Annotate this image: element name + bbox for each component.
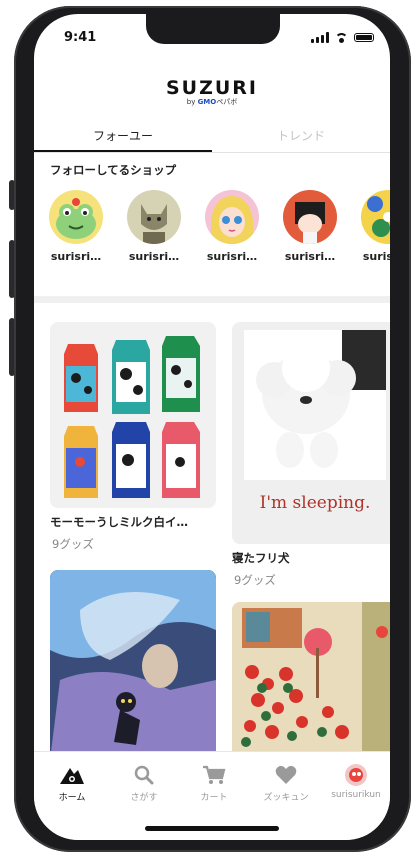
wifi-icon <box>335 32 348 43</box>
image-caption: I'm sleeping. <box>260 493 371 513</box>
shop-name: surisri… <box>362 250 390 263</box>
girl-avatar <box>283 190 337 244</box>
tab-trend[interactable]: トレンド <box>212 122 390 152</box>
notch <box>146 14 280 44</box>
item-count: 9グッズ <box>234 573 276 587</box>
search-icon <box>134 765 154 785</box>
milk-cartons-image <box>64 336 200 498</box>
nav-cart[interactable]: カート <box>184 762 244 803</box>
cart-icon <box>203 765 226 784</box>
item-card-night-cat[interactable] <box>50 570 216 760</box>
shop-name: surisri… <box>50 250 102 263</box>
item-title[interactable]: 寝たフリ犬 <box>232 550 290 566</box>
shop-name: surisri… <box>206 250 258 263</box>
battery-icon <box>354 33 374 42</box>
item-title[interactable]: モーモーうしミルク白イ… <box>50 514 188 530</box>
doll-avatar <box>205 190 259 244</box>
shop-item[interactable]: surisri… <box>280 190 340 263</box>
nav-favorites[interactable]: ズッキュン <box>256 762 316 803</box>
shop-item[interactable]: surisri… <box>358 190 390 263</box>
item-card-flowers[interactable] <box>232 602 390 760</box>
nav-label-cart: カート <box>200 793 228 803</box>
night-cat-illustration-image <box>50 570 216 760</box>
shop-name: surisri… <box>284 250 336 263</box>
pattern-avatar <box>361 190 390 244</box>
feed-tabs: フォーユー トレンド <box>34 122 390 153</box>
follow-section-title: フォローしてるショップ <box>50 163 177 177</box>
app-screen: 9:41 SUZURI by GMOペパボ フォーユー トレンド フォローしてる… <box>34 14 390 840</box>
flower-garden-illustration-image <box>232 602 390 760</box>
item-card-milk[interactable] <box>50 322 216 508</box>
profile-avatar <box>345 764 367 786</box>
nav-label-search: さがす <box>130 793 158 803</box>
shop-name: surisri… <box>128 250 180 263</box>
home-indicator <box>145 826 279 831</box>
cat-avatar <box>127 190 181 244</box>
followed-shops-list: surisri… surisri… surisri… surisri… suri… <box>46 190 390 385</box>
nav-label-home: ホーム <box>58 793 86 803</box>
shop-item[interactable]: surisri… <box>124 190 199 385</box>
logo-subtext: by GMOペパボ <box>186 98 238 106</box>
heart-icon <box>275 765 297 784</box>
nav-home[interactable]: ホーム <box>42 762 102 803</box>
bottom-nav: ホーム さがす カート ズッキュン surisurikun <box>34 751 390 840</box>
frog-avatar <box>49 190 103 244</box>
nav-search[interactable]: さがす <box>114 762 174 803</box>
nav-label-profile: surisurikun <box>331 790 381 800</box>
logo-text: SUZURI <box>165 77 259 99</box>
item-count: 9グッズ <box>52 537 94 551</box>
sleeping-dog-image: I'm sleeping. <box>244 330 386 513</box>
signal-icon <box>311 32 329 43</box>
shop-item[interactable]: surisri… <box>46 190 121 385</box>
shop-item[interactable]: surisri… <box>202 190 262 263</box>
section-divider <box>34 296 390 303</box>
nav-profile[interactable]: surisurikun <box>324 762 388 800</box>
tab-for-you[interactable]: フォーユー <box>34 122 212 152</box>
app-logo: SUZURI by GMOペパボ <box>34 78 390 107</box>
nav-label-favorites: ズッキュン <box>263 793 309 803</box>
home-icon <box>60 768 84 784</box>
status-time: 9:41 <box>64 30 97 45</box>
item-card-dog[interactable]: I'm sleeping. <box>232 322 390 544</box>
